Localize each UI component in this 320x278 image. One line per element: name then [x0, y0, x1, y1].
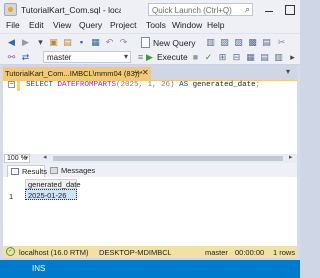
minimize-button[interactable] [262, 3, 276, 16]
sql-editor-toolbar: ⚯ ⇄ master ▾ ≡ ▶ Execute ■ ✓ ⊞ ⊟ ▦ ▤ ▥ ▸ [0, 50, 300, 65]
editor-scroll-row: 100 % ▾ ◂ ▸ [3, 154, 297, 163]
chevron-down-icon: ▾ [24, 155, 28, 162]
menu-help[interactable]: Help [207, 20, 224, 30]
menu-project[interactable]: Project [110, 20, 136, 30]
zoom-select[interactable]: 100 % ▾ [4, 154, 30, 163]
dmx-query-icon[interactable]: ▩ [247, 37, 258, 48]
menu-view[interactable]: View [53, 20, 71, 30]
database-select-value: master [47, 53, 72, 62]
function-name: DATEFROMPARTS [57, 81, 117, 89]
insert-mode-indicator: INS [32, 264, 46, 273]
xmla-query-icon[interactable]: ▤ [261, 37, 272, 48]
new-query-button[interactable]: New Query [139, 35, 199, 50]
new-query-icon [141, 37, 150, 48]
overflow-icon[interactable]: ▸ [287, 52, 298, 63]
back-icon[interactable]: ◀ [6, 37, 17, 48]
tab-messages-label: Messages [61, 166, 96, 175]
scroll-left-icon[interactable]: ◂ [43, 153, 47, 161]
connection-info: DESKTOP-MDIMBCL\mmm04 ... [99, 248, 171, 257]
row-number[interactable]: 1 [9, 192, 13, 201]
results-to-grid-icon[interactable]: ▦ [245, 52, 256, 63]
title-bar: TutorialKart_Com.sql - localh... Quick L… [0, 0, 300, 19]
undo-icon[interactable]: ↶ [104, 37, 115, 48]
keyword-as: AS [179, 81, 189, 89]
results-to-text-icon[interactable]: ▤ [259, 52, 270, 63]
sql-editor[interactable]: − SELECT DATEFROMPARTS(2025, 1, 26) AS g… [3, 80, 297, 154]
chevron-down-icon: ▾ [123, 52, 128, 61]
quick-launch-placeholder: Quick Launch (Ctrl+Q) [152, 6, 232, 15]
pin-icon[interactable]: ⊸ [133, 68, 140, 77]
execute-button[interactable]: ▶ Execute [146, 51, 188, 64]
results-to-file-icon[interactable]: ▥ [273, 52, 284, 63]
cell-value: 2025-01-26 [28, 191, 67, 200]
stop-icon[interactable]: ■ [190, 52, 201, 63]
analysis-query-icon[interactable]: ▧ [219, 37, 230, 48]
results-grid[interactable]: generated_date 1 2025-01-26 [3, 177, 297, 246]
redo-icon[interactable]: ↷ [118, 37, 129, 48]
grid-icon [11, 168, 19, 175]
tab-results[interactable]: Results [7, 165, 48, 177]
search-icon: ⌕ [244, 4, 250, 14]
row-count: 1 rows [273, 248, 296, 257]
menu-file[interactable]: File [6, 20, 20, 30]
menu-bar: File Edit View Query Project Tools Windo… [0, 19, 300, 33]
ssms-logo-icon [4, 3, 17, 16]
scroll-right-icon[interactable]: ▸ [289, 153, 293, 161]
open-file-icon[interactable]: ▤ [62, 37, 73, 48]
column-header[interactable]: generated_date [25, 179, 81, 189]
success-check-icon: ✓ [6, 247, 15, 256]
database-query-icon[interactable]: ▥ [205, 37, 216, 48]
menu-query[interactable]: Query [79, 20, 102, 30]
plan-icon[interactable]: ⊞ [217, 52, 228, 63]
tab-list-icon[interactable]: ▾ [286, 67, 290, 76]
server-info: localhost (16.0 RTM) [19, 248, 89, 257]
cut-icon[interactable]: ✂ [276, 37, 287, 48]
tab-label: TutorialKart_Com...IMBCL\mmm04 (83))* [5, 69, 143, 78]
tab-results-label: Results [22, 167, 48, 176]
mdx-query-icon[interactable]: ▨ [233, 37, 244, 48]
tab-query-document[interactable]: TutorialKart_Com...IMBCL\mmm04 (83))* ⊸ … [3, 67, 151, 80]
horizontal-scrollbar[interactable] [53, 156, 283, 161]
save-all-icon[interactable]: ▦ [90, 37, 101, 48]
semicolon: ; [255, 81, 261, 89]
code-line[interactable]: SELECT DATEFROMPARTS(2025, 1, 26) AS gen… [26, 81, 260, 89]
window-frame-right [297, 65, 300, 260]
database-info: master [205, 248, 228, 257]
collapse-icon[interactable]: − [8, 81, 15, 88]
messages-icon [50, 167, 58, 174]
database-select[interactable]: master ▾ [43, 51, 131, 63]
window-title: TutorialKart_Com.sql - localh... [21, 5, 121, 15]
connect-icon[interactable]: ⚯ [6, 52, 17, 63]
quick-launch-input[interactable]: Quick Launch (Ctrl+Q) ⌕ [148, 3, 253, 16]
menu-window[interactable]: Window [172, 20, 202, 30]
results-tabbar: Results Messages [3, 163, 297, 177]
column-alias: generated_date [192, 81, 256, 89]
function-args: (2025, 1, 26) [116, 81, 175, 89]
play-icon: ▶ [146, 52, 153, 62]
change-connection-icon[interactable]: ⇄ [20, 52, 31, 63]
maximize-button[interactable] [282, 3, 296, 16]
tab-messages[interactable]: Messages [47, 165, 96, 177]
query-options-icon[interactable]: ⊟ [231, 52, 242, 63]
table-cell[interactable]: 2025-01-26 [25, 189, 77, 200]
new-project-icon[interactable]: ▣ [48, 37, 59, 48]
change-marker [17, 81, 20, 91]
execute-label: Execute [157, 52, 188, 62]
status-bar: INS [0, 260, 300, 278]
forward-icon[interactable]: ▶ [20, 37, 31, 48]
elapsed-time: 00:00:00 [235, 248, 265, 257]
list-icon[interactable]: ≡ [135, 52, 146, 63]
new-query-label: New Query [153, 38, 196, 48]
dropdown-icon[interactable]: ▾ [35, 37, 46, 48]
standard-toolbar: ◀ ▶ ▾ ▣ ▤ ▪ ▦ ↶ ↷ New Query ▥ ▧ ▨ ▩ ▤ ✂ [0, 33, 300, 50]
keyword-select: SELECT [26, 81, 54, 89]
close-icon[interactable]: ✕ [142, 68, 149, 77]
parse-check-icon[interactable]: ✓ [203, 52, 214, 63]
menu-edit[interactable]: Edit [29, 20, 44, 30]
query-status-bar: ✓ localhost (16.0 RTM) DESKTOP-MDIMBCL\m… [3, 246, 297, 258]
save-icon[interactable]: ▪ [76, 37, 87, 48]
column-header-label: generated_date [28, 180, 81, 189]
menu-tools[interactable]: Tools [146, 20, 166, 30]
